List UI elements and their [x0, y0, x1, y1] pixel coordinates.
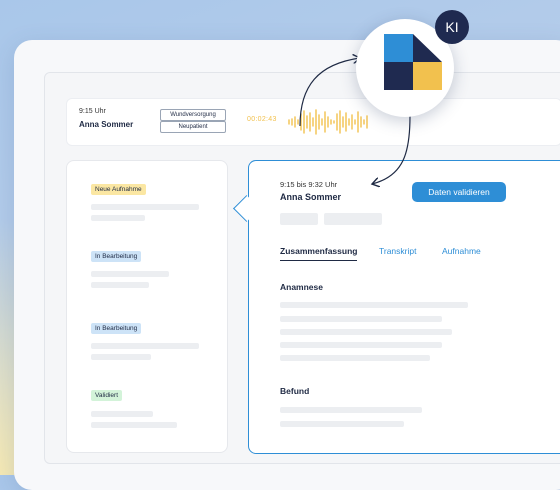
- status-badge-in-progress: In Bearbeitung: [91, 323, 142, 334]
- app-logo-icon: [384, 34, 442, 90]
- consultation-time: 9:15 bis 9:32 Uhr: [280, 180, 338, 189]
- validate-data-button[interactable]: Daten validieren: [412, 182, 506, 202]
- status-badge-validated: Validiert: [91, 390, 123, 401]
- placeholder-line: [91, 204, 199, 210]
- placeholder-line: [91, 343, 199, 349]
- placeholder-line: [91, 422, 177, 428]
- ai-label-badge: KI: [435, 10, 469, 44]
- placeholder-line: [280, 421, 404, 427]
- placeholder-line: [91, 215, 145, 221]
- placeholder-line: [280, 329, 452, 335]
- placeholder-line: [280, 407, 422, 413]
- patient-name: Anna Sommer: [79, 120, 134, 129]
- placeholder-line: [91, 354, 151, 360]
- placeholder-line: [280, 316, 442, 322]
- placeholder-block: [280, 213, 318, 225]
- tag-wound-care: Wundversorgung: [160, 109, 226, 121]
- status-badge-new: Neue Aufnahme: [91, 184, 146, 195]
- recording-timer: 00:02:43: [247, 116, 277, 123]
- tab-summary[interactable]: Zusammenfassung: [280, 246, 358, 261]
- placeholder-line: [91, 282, 149, 288]
- placeholder-line: [280, 342, 442, 348]
- section-anamnesis: Anamnese: [280, 282, 323, 292]
- tag-new-patient: Neupatient: [160, 121, 226, 133]
- status-badge-in-progress: In Bearbeitung: [91, 251, 142, 262]
- placeholder-line: [91, 271, 169, 277]
- consultation-list: Neue Aufnahme In Bearbeitung In Bearbeit…: [66, 160, 228, 453]
- section-findings: Befund: [280, 386, 310, 396]
- patient-time: 9:15 Uhr: [79, 108, 106, 115]
- placeholder-line: [91, 411, 153, 417]
- active-patient-bar[interactable]: 9:15 Uhr Anna Sommer Wundversorgung Neup…: [66, 98, 560, 146]
- placeholder-block: [324, 213, 382, 225]
- consultation-patient-name: Anna Sommer: [280, 192, 342, 202]
- placeholder-line: [280, 355, 430, 361]
- placeholder-line: [280, 302, 468, 308]
- tab-recording[interactable]: Aufnahme: [442, 246, 481, 256]
- tab-transcript[interactable]: Transkript: [379, 246, 416, 256]
